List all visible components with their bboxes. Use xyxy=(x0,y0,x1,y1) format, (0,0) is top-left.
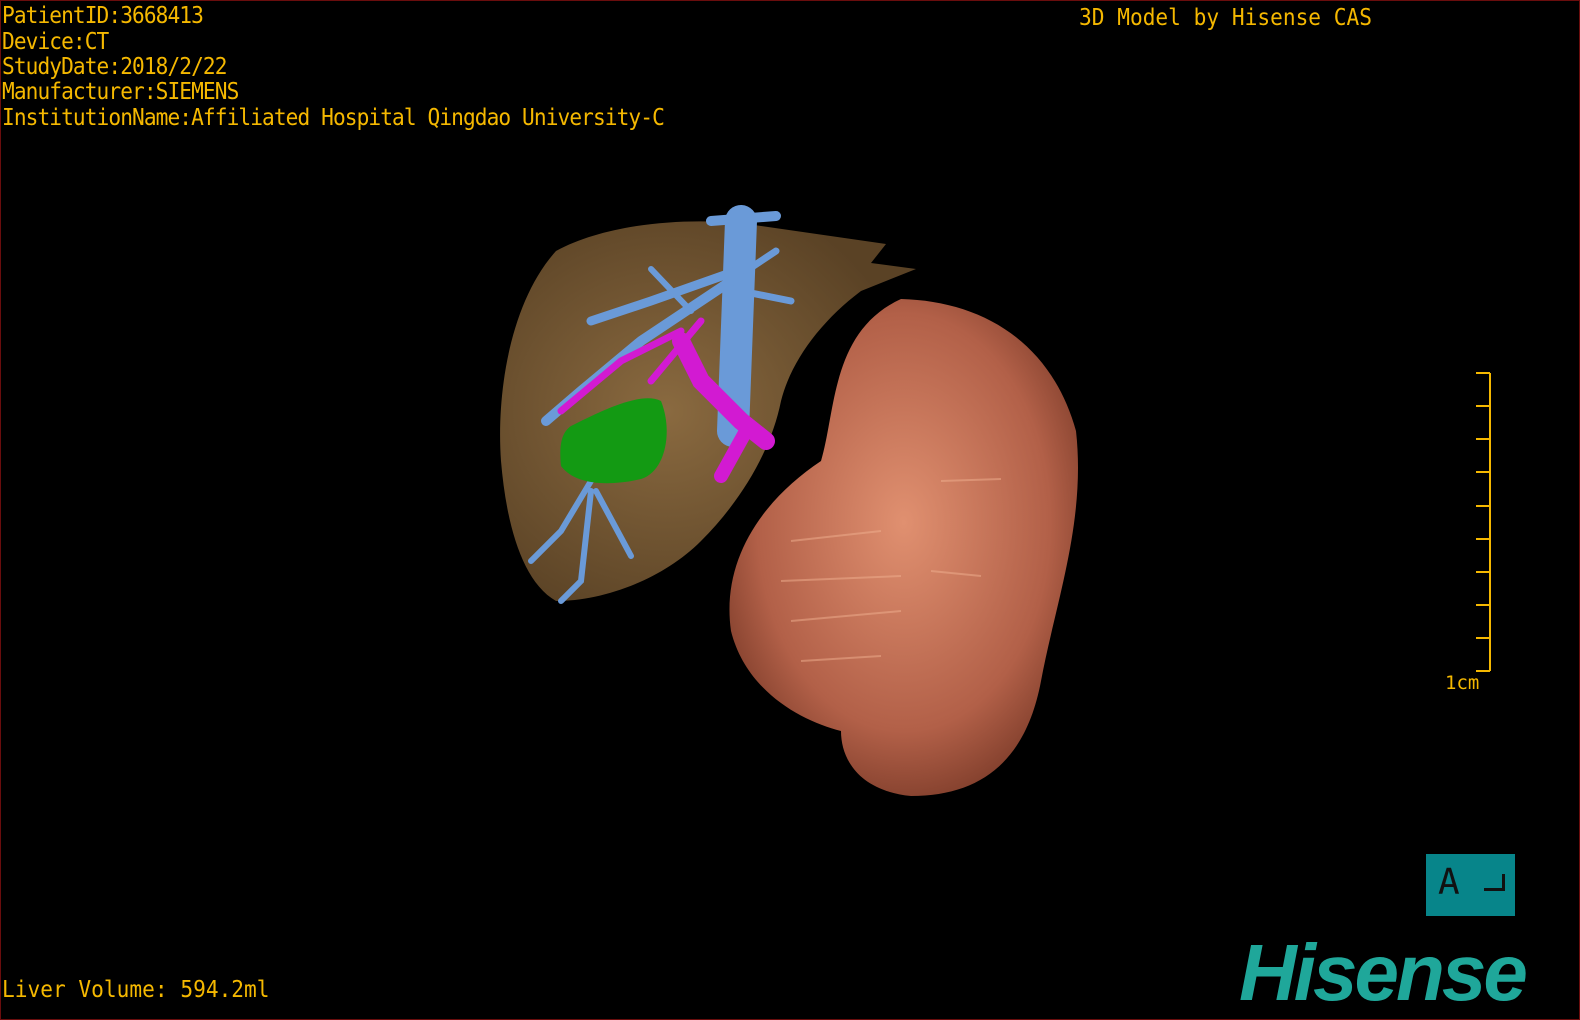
orientation-cube[interactable]: A xyxy=(1426,854,1515,916)
liver-volume: Liver Volume: 594.2ml xyxy=(2,977,270,1003)
3d-model-scene[interactable] xyxy=(1,1,1579,1019)
orientation-corner-icon xyxy=(1484,874,1505,891)
3d-viewport[interactable]: PatientID:3668413 Device:CT StudyDate:20… xyxy=(0,0,1580,1020)
scale-bar-label: 1cm xyxy=(1445,672,1480,694)
orientation-label: A xyxy=(1438,862,1460,903)
hisense-logo: Hisense xyxy=(1239,928,1528,1017)
model-credit: 3D Model by Hisense CAS xyxy=(1079,5,1373,31)
study-date: StudyDate:2018/2/22 xyxy=(2,54,228,80)
scale-bar xyxy=(1476,372,1491,672)
patient-id: PatientID:3668413 xyxy=(2,3,204,29)
manufacturer: Manufacturer:SIEMENS xyxy=(2,79,239,105)
institution-name: InstitutionName:Affiliated Hospital Qing… xyxy=(2,105,665,131)
device: Device:CT xyxy=(2,29,109,55)
